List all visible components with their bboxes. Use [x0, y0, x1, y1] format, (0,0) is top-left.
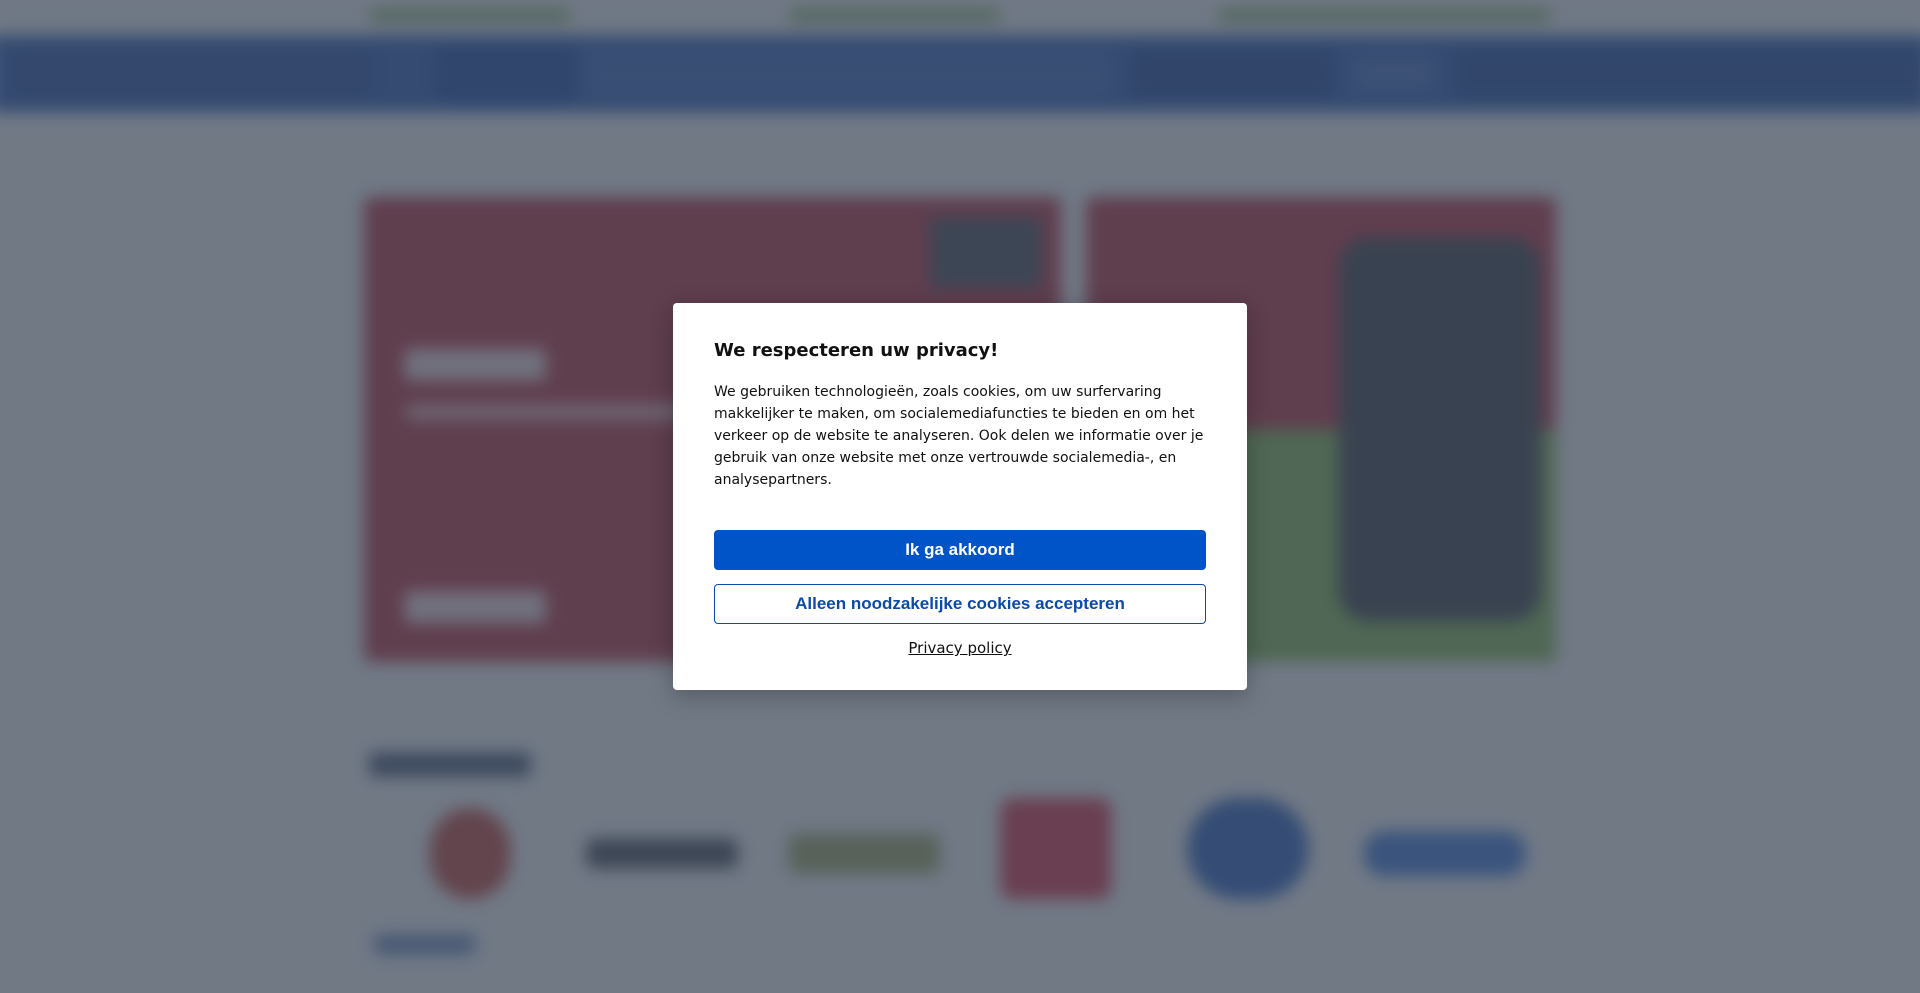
necessary-cookies-only-button[interactable]: Alleen noodzakelijke cookies accepteren: [714, 584, 1206, 624]
privacy-policy-link[interactable]: Privacy policy: [673, 639, 1247, 657]
cookie-consent-dialog: We respecteren uw privacy! We gebruiken …: [673, 303, 1247, 690]
cookie-dialog-text: We gebruiken technologieën, zoals cookie…: [714, 384, 1204, 488]
cookie-dialog-title: We respecteren uw privacy!: [714, 340, 999, 361]
page: We respecteren uw privacy! We gebruiken …: [0, 0, 1920, 993]
accept-cookies-button[interactable]: Ik ga akkoord: [714, 530, 1206, 570]
